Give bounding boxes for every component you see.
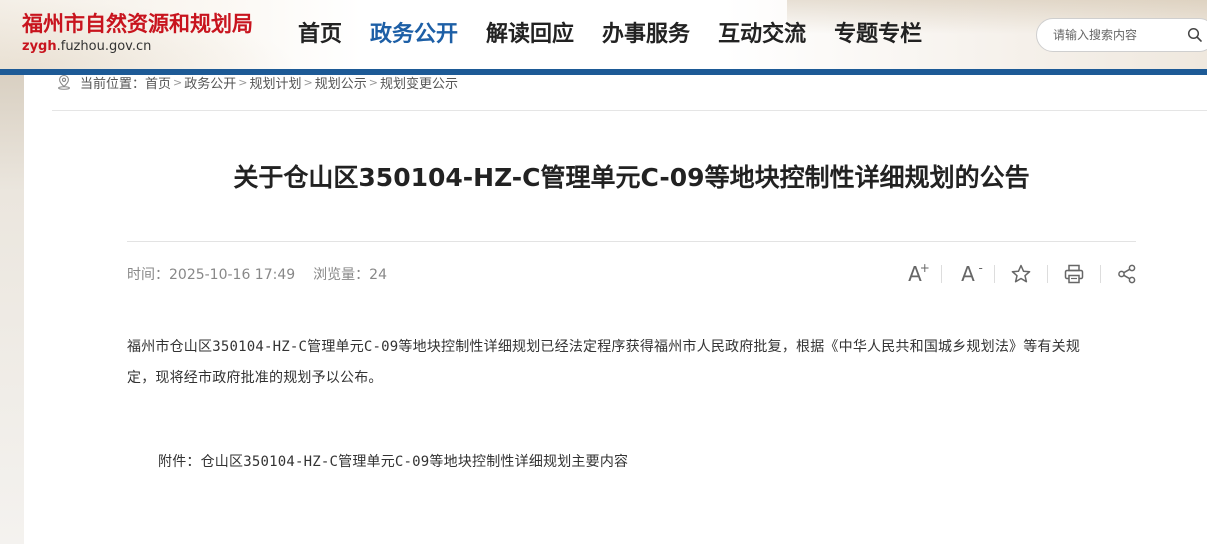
toolbar-divider	[1100, 265, 1101, 283]
breadcrumb-separator: >	[238, 75, 248, 89]
favorite-button[interactable]	[1000, 258, 1042, 290]
article-toolbar: A + A-	[894, 258, 1148, 290]
nav-special-topics[interactable]: 专题专栏	[834, 20, 922, 50]
nav-interaction[interactable]: 互动交流	[718, 20, 806, 50]
title-divider	[127, 241, 1136, 242]
font-decrease-button[interactable]: A-	[947, 258, 989, 290]
nav-government-affairs[interactable]: 政务公开	[370, 20, 458, 50]
breadcrumb-label: 当前位置：	[80, 76, 146, 92]
breadcrumb-separator: >	[173, 75, 183, 89]
star-icon	[1011, 264, 1031, 283]
left-background	[0, 75, 24, 544]
page: 福州市自然资源和规划局 zygh.fuzhou.gov.cn 首页 政务公开 解…	[0, 0, 1207, 544]
site-domain: zygh.fuzhou.gov.cn	[22, 39, 253, 55]
nav-home[interactable]: 首页	[298, 20, 342, 50]
breadcrumb-home[interactable]: 首页	[145, 73, 171, 92]
views-label: 浏览量：	[313, 267, 370, 283]
article-title: 关于仓山区350104-HZ-C管理单元C-09等地块控制性详细规划的公告	[233, 163, 1030, 192]
nav-services[interactable]: 办事服务	[602, 20, 690, 50]
font-increase-icon: A +	[908, 261, 930, 286]
site-header: 福州市自然资源和规划局 zygh.fuzhou.gov.cn 首页 政务公开 解…	[0, 0, 1207, 70]
printer-icon	[1064, 264, 1084, 284]
breadcrumb: 当前位置： 首页 > 政务公开 > 规划计划 > 规划公示 > 规划变更公示	[56, 72, 458, 92]
article-body: 福州市仓山区350104-HZ-C管理单元C-09等地块控制性详细规划已经法定程…	[127, 332, 1137, 394]
domain-suffix: .fuzhou.gov.cn	[56, 39, 152, 54]
domain-prefix: zygh	[22, 39, 57, 54]
font-increase-button[interactable]: A +	[894, 258, 936, 290]
print-button[interactable]	[1053, 258, 1095, 290]
view-count: 24	[369, 267, 387, 283]
site-name: 福州市自然资源和规划局	[22, 11, 253, 36]
location-pin-icon	[58, 74, 70, 90]
time-label: 时间：	[127, 267, 169, 283]
breadcrumb-planning-change-notice[interactable]: 规划变更公示	[380, 73, 458, 92]
toolbar-divider	[994, 265, 995, 283]
nav-interpretation[interactable]: 解读回应	[486, 20, 574, 50]
breadcrumb-separator: >	[368, 75, 378, 89]
search-box	[1036, 18, 1207, 52]
body-line-2: 定，现将经市政府批准的规划予以公布。	[127, 370, 383, 386]
attachment-link[interactable]: 附件：仓山区350104-HZ-C管理单元C-09等地块控制性详细规划主要内容	[158, 450, 628, 474]
share-icon	[1118, 264, 1136, 284]
breadcrumb-separator: >	[303, 75, 313, 89]
main-nav: 首页 政务公开 解读回应 办事服务 互动交流 专题专栏	[298, 20, 950, 50]
toolbar-divider	[941, 265, 942, 283]
breadcrumb-planning-notice[interactable]: 规划公示	[315, 73, 367, 92]
publish-time: 2025-10-16 17:49	[169, 267, 296, 283]
body-line-1: 福州市仓山区350104-HZ-C管理单元C-09等地块控制性详细规划已经法定程…	[127, 339, 1081, 355]
search-input[interactable]	[1051, 19, 1181, 51]
site-logo[interactable]: 福州市自然资源和规划局 zygh.fuzhou.gov.cn	[22, 10, 253, 55]
toolbar-divider	[1047, 265, 1048, 283]
share-button[interactable]	[1106, 258, 1148, 290]
breadcrumb-divider	[52, 110, 1207, 111]
article-meta: 时间：2025-10-16 17:49 浏览量：24	[127, 264, 387, 284]
breadcrumb-planning-plan[interactable]: 规划计划	[249, 73, 301, 92]
search-icon[interactable]	[1187, 27, 1203, 43]
font-decrease-icon: A-	[961, 261, 983, 286]
breadcrumb-government-affairs[interactable]: 政务公开	[184, 73, 236, 92]
